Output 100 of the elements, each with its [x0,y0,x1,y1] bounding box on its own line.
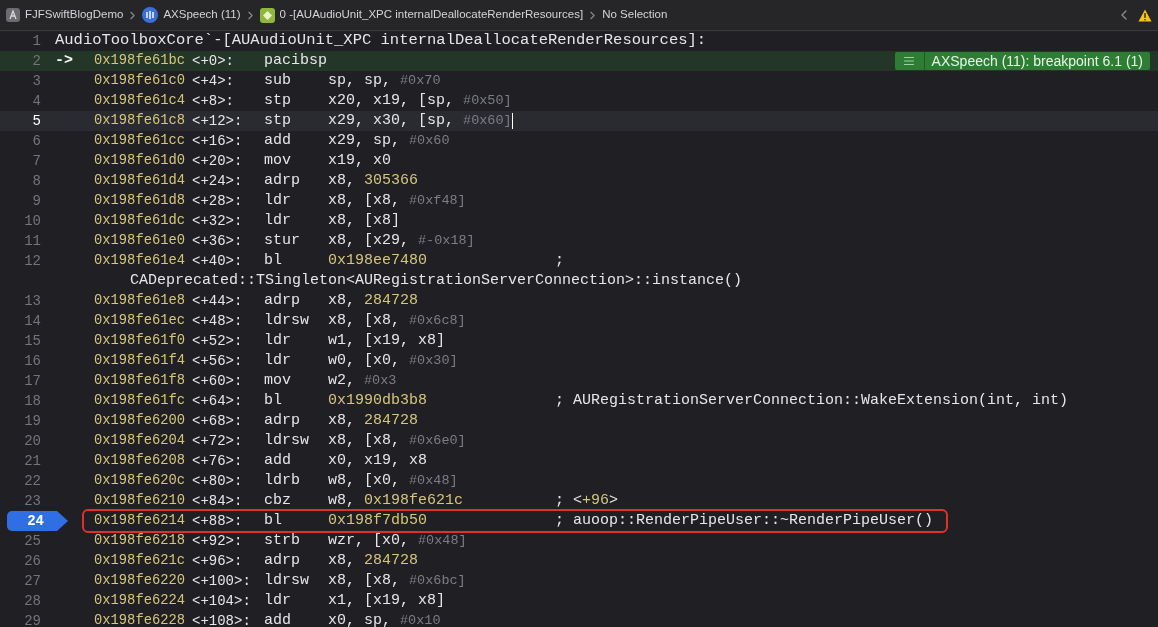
instruction-address: 0x198fe61d4 [94,171,187,190]
instruction-mnemonic: ldr [264,330,292,351]
instruction-operands: 0x1990db3b8 [328,390,428,411]
badge-label: AXSpeech (11): breakpoint 6.1 (1) [930,51,1144,71]
instruction-mnemonic: cbz [264,490,292,511]
instruction-operands: w2, #0x3 [328,370,397,391]
instruction-address: 0x198fe61d0 [94,151,187,170]
instruction-address: 0x198fe61d8 [94,191,187,210]
instruction-address: 0x198fe6218 [94,531,187,550]
line-number: 25 [23,531,41,551]
instruction-offset: <+0>: [192,51,235,71]
instruction-offset: <+52>: [192,331,244,351]
instruction-operands: x19, x0 [328,150,391,171]
list-icon [903,55,916,67]
instruction-mnemonic: bl [264,390,283,411]
line-number: 8 [31,171,41,191]
instruction-operands: x0, x19, x8 [328,450,428,471]
instruction-comment: ; <+96> [555,491,619,509]
instruction-address: 0x198fe61ec [94,311,187,330]
instruction-mnemonic: add [264,130,292,151]
line-number: 2 [31,51,41,71]
instruction-comment: ; AURegistrationServerConnection::WakeExtension(int, int) [555,391,1069,409]
instruction-operands: w1, [x19, x8] [328,330,446,351]
instruction-offset: <+76>: [192,451,244,471]
instruction-operands: x8, 284728 [328,550,419,571]
instruction-mnemonic: mov [264,150,292,171]
instruction-offset: <+84>: [192,491,244,511]
instruction-offset: <+48>: [192,311,244,331]
instruction-address: 0x198fe61e4 [94,251,187,270]
instruction-operands: x8, [x8, #0x6c8] [328,310,466,331]
breakpoint-marker[interactable]: 24 [7,511,68,531]
text-cursor [511,113,513,129]
breadcrumb-item[interactable]: 0 -[AUAudioUnit_XPC internalDeallocateRenderResources] [259,6,584,24]
line-number: 28 [23,591,41,611]
line-number: 19 [23,411,41,431]
line-number: 11 [23,231,41,251]
instruction-mnemonic: add [264,450,292,471]
instruction-offset: <+60>: [192,371,244,391]
instruction-mnemonic: adrp [264,550,301,571]
instruction-mnemonic: ldrsw [264,430,310,451]
app-icon [6,8,20,22]
breadcrumb-item[interactable]: No Selection [602,6,668,24]
instruction-operands: x8, [x29, #-0x18] [328,230,475,251]
instruction-address: 0x198fe61f0 [94,331,187,350]
line-number: 10 [23,211,41,231]
instruction-operands: w8, [x0, #0x48] [328,470,458,491]
instruction-comment: ; auoop::RenderPipeUser::~RenderPipeUser() [555,511,934,529]
instruction-offset: <+96>: [192,551,244,571]
line-number: 20 [23,431,41,451]
instruction-address: 0x198fe61bc [94,51,187,70]
instruction-offset: <+12>: [192,111,244,131]
instruction-operands: x29, x30, [sp, #0x60] [328,110,512,131]
frame-icon [259,7,275,23]
instruction-mnemonic: stp [264,90,292,111]
instruction-operands: x8, 284728 [328,410,419,431]
breakpoint-badge[interactable]: AXSpeech (11): breakpoint 6.1 (1) [894,52,1150,70]
instruction-mnemonic: pacibsp [264,50,328,71]
instruction-mnemonic: ldrsw [264,570,310,591]
instruction-offset: <+68>: [192,411,244,431]
pc-arrow: -> [55,50,73,71]
instruction-operands: x8, [x8, #0xf48] [328,190,466,211]
line-number: 7 [31,151,41,171]
instruction-address: 0x198fe61e8 [94,291,187,310]
instruction-operands: 0x198f7db50 [328,510,428,531]
line-number: 3 [31,71,41,91]
instruction-address: 0x198fe6210 [94,491,187,510]
instruction-mnemonic: mov [264,370,292,391]
instruction-address: 0x198fe6224 [94,591,187,610]
instruction-address: 0x198fe61e0 [94,231,187,250]
instruction-offset: <+88>: [192,511,244,531]
line-number: 27 [23,571,41,591]
line-number: 9 [31,191,41,211]
warning-icon[interactable] [1138,8,1152,22]
instruction-offset: <+64>: [192,391,244,411]
line-number: 18 [23,391,41,411]
instruction-address: 0x198fe6208 [94,451,187,470]
instruction-address: 0x198fe6200 [94,411,187,430]
line-number: 13 [23,291,41,311]
instruction-offset: <+36>: [192,231,244,251]
instruction-offset: <+32>: [192,211,244,231]
breadcrumb-item[interactable]: FJFSwiftBlogDemo [6,6,124,24]
instruction-operands: x1, [x19, x8] [328,590,446,611]
line-number: 15 [23,331,41,351]
breadcrumb-item[interactable]: AXSpeech (11) [142,6,241,24]
instruction-offset: <+4>: [192,71,235,91]
instruction-mnemonic: bl [264,510,283,531]
line-number: 21 [23,451,41,471]
instruction-operands: x8, [x8, #0x6bc] [328,570,466,591]
instruction-offset: <+16>: [192,131,244,151]
instruction-offset: <+28>: [192,191,244,211]
line-number: 14 [23,311,41,331]
comment-continuation: CADeprecated::TSingleton<AURegistrationServerConnection>::instance() [130,270,743,291]
instruction-mnemonic: ldr [264,190,292,211]
instruction-operands: x8, 305366 [328,170,419,191]
line-number: 1 [31,31,41,51]
instruction-mnemonic: stp [264,110,292,131]
instruction-mnemonic: ldrsw [264,310,310,331]
instruction-mnemonic: adrp [264,290,301,311]
instruction-mnemonic: stur [264,230,301,251]
instruction-operands: x8, [x8, #0x6e0] [328,430,466,451]
